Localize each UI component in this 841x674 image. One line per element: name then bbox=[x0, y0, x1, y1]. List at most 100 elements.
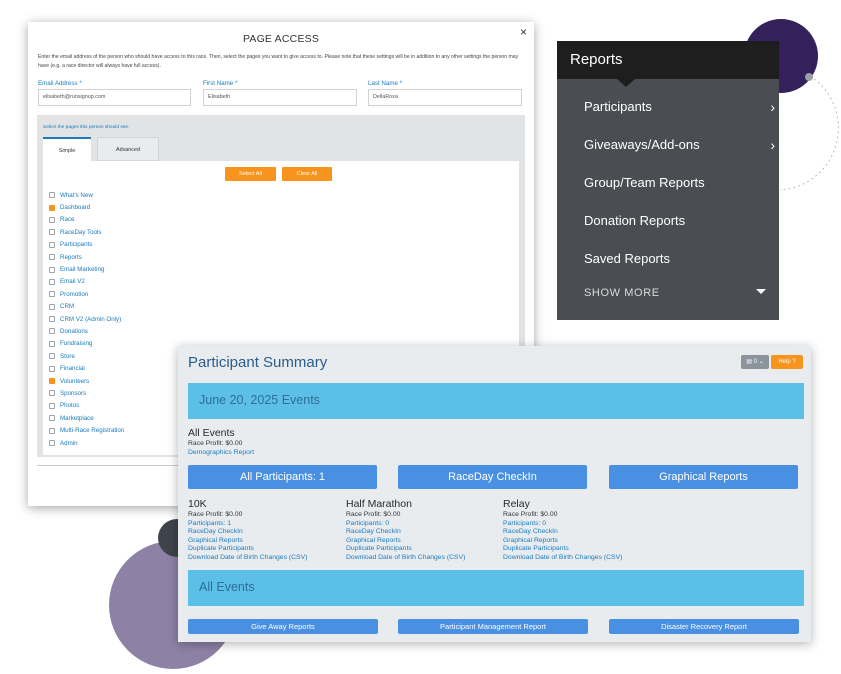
checkbox[interactable] bbox=[49, 328, 55, 335]
page-checkbox-row[interactable]: Volunteers bbox=[49, 375, 124, 387]
event-report-link[interactable]: Graphical Reports bbox=[346, 537, 465, 546]
page-checkbox-row[interactable]: Reports bbox=[49, 251, 124, 263]
chevron-down-icon[interactable] bbox=[756, 289, 766, 294]
page-checkbox-row[interactable]: Dashboard bbox=[49, 201, 124, 213]
checkbox-label: Race bbox=[60, 216, 75, 224]
menu-item-group-team-reports[interactable]: Group/Team Reports bbox=[584, 175, 705, 190]
date-band: June 20, 2025 Events bbox=[188, 383, 804, 419]
menu-item-saved-reports[interactable]: Saved Reports bbox=[584, 251, 670, 266]
checkbox[interactable] bbox=[49, 316, 55, 323]
raceday-checkin-button[interactable]: RaceDay CheckIn bbox=[398, 465, 587, 489]
page-checkbox-row[interactable]: CRM V2 (Admin Only) bbox=[49, 313, 124, 325]
reports-menu: Reports Participants › Giveaways/Add-ons… bbox=[557, 41, 779, 320]
checkbox[interactable] bbox=[49, 365, 55, 372]
menu-item-donation-reports[interactable]: Donation Reports bbox=[584, 213, 685, 228]
page-checkbox-row[interactable]: RaceDay Tools bbox=[49, 226, 124, 238]
last-name-field[interactable]: DellaRoxa bbox=[368, 89, 522, 106]
event-participants-link[interactable]: Participants: 0 bbox=[503, 520, 622, 529]
event-report-link[interactable]: Download Date of Birth Changes (CSV) bbox=[503, 554, 622, 563]
page-checkbox-row[interactable]: Marketplace bbox=[49, 412, 124, 424]
event-report-link[interactable]: RaceDay CheckIn bbox=[188, 528, 307, 537]
checkbox[interactable] bbox=[49, 229, 55, 236]
checkbox-label: Admin bbox=[60, 439, 78, 447]
page-checkbox-row[interactable]: What's New bbox=[49, 189, 124, 201]
checkbox[interactable] bbox=[49, 266, 55, 273]
checkbox[interactable] bbox=[49, 440, 55, 446]
dropdown-button[interactable]: ▤ 0 ⌄ bbox=[741, 355, 769, 369]
chevron-right-icon: › bbox=[770, 99, 775, 115]
event-race-profit: Race Profit: $0.00 bbox=[346, 511, 401, 518]
event-report-link[interactable]: Duplicate Participants bbox=[188, 545, 307, 554]
event-report-link[interactable]: RaceDay CheckIn bbox=[346, 528, 465, 537]
page-checkbox-row[interactable]: Promotion bbox=[49, 288, 124, 300]
page-checkbox-row[interactable]: Race bbox=[49, 214, 124, 226]
checkbox[interactable] bbox=[49, 353, 55, 360]
dialog-instructions: Enter the email address of the person wh… bbox=[38, 54, 519, 69]
first-name-field[interactable]: Elisabeth bbox=[203, 89, 357, 106]
page-checkbox-row[interactable]: Sponsors bbox=[49, 387, 124, 399]
page-checkbox-row[interactable]: Financial bbox=[49, 362, 124, 374]
event-participants-link[interactable]: Participants: 1 bbox=[188, 520, 307, 529]
page-checkbox-row[interactable]: Fundraising bbox=[49, 338, 124, 350]
checkbox-label: Store bbox=[60, 352, 75, 360]
all-events-band: All Events bbox=[188, 570, 804, 606]
menu-item-giveaways[interactable]: Giveaways/Add-ons › bbox=[584, 137, 779, 153]
tab-advanced[interactable]: Advanced bbox=[97, 137, 159, 161]
checkbox[interactable] bbox=[49, 216, 55, 223]
checkbox[interactable] bbox=[49, 390, 55, 397]
page-checkbox-row[interactable]: CRM bbox=[49, 301, 124, 313]
checkbox[interactable] bbox=[49, 340, 55, 347]
email-field[interactable]: elisabeth@runsignup.com bbox=[38, 89, 191, 106]
checkbox[interactable] bbox=[49, 291, 55, 298]
checkbox[interactable] bbox=[49, 415, 55, 422]
event-report-link[interactable]: Duplicate Participants bbox=[346, 545, 465, 554]
event-report-link[interactable]: Graphical Reports bbox=[188, 537, 307, 546]
menu-item-participants[interactable]: Participants › bbox=[584, 99, 779, 115]
checkbox-label: Fundraising bbox=[60, 340, 93, 348]
email-label: Email Address * bbox=[38, 80, 82, 87]
checkbox-label: CRM V2 (Admin Only) bbox=[60, 315, 122, 323]
checkbox[interactable] bbox=[49, 254, 55, 261]
give-away-reports-button[interactable]: Give Away Reports bbox=[188, 619, 378, 634]
help-button[interactable]: Help ? bbox=[771, 355, 803, 369]
participant-management-report-button[interactable]: Participant Management Report bbox=[398, 619, 588, 634]
graphical-reports-button[interactable]: Graphical Reports bbox=[609, 465, 798, 489]
checkbox[interactable] bbox=[49, 192, 55, 199]
page-checkbox-row[interactable]: Donations bbox=[49, 325, 124, 337]
page-checkbox-row[interactable]: Photos bbox=[49, 400, 124, 412]
page-checkbox-row[interactable]: Email V2 bbox=[49, 276, 124, 288]
event-report-link[interactable]: RaceDay CheckIn bbox=[503, 528, 622, 537]
clear-all-button[interactable]: Clear All bbox=[282, 167, 332, 181]
disaster-recovery-report-button[interactable]: Disaster Recovery Report bbox=[609, 619, 799, 634]
event-participants-link[interactable]: Participants: 0 bbox=[346, 520, 465, 529]
checkbox-label: Volunteers bbox=[60, 377, 90, 385]
event-race-profit: Race Profit: $0.00 bbox=[503, 511, 558, 518]
page-checkbox-row[interactable]: Multi-Race Registration bbox=[49, 424, 124, 436]
checkbox-label: Email Marketing bbox=[60, 266, 105, 274]
page-checkbox-row[interactable]: Admin bbox=[49, 437, 124, 449]
date-band-title: June 20, 2025 Events bbox=[199, 393, 320, 407]
checkbox[interactable] bbox=[49, 204, 55, 211]
tab-simple[interactable]: Simple bbox=[43, 137, 91, 161]
last-name-label: Last Name * bbox=[368, 80, 403, 87]
header-pointer bbox=[617, 79, 635, 87]
checkbox[interactable] bbox=[49, 378, 55, 385]
event-report-link[interactable]: Download Date of Birth Changes (CSV) bbox=[346, 554, 465, 563]
page-checkbox-row[interactable]: Email Marketing bbox=[49, 263, 124, 275]
select-all-button[interactable]: Select All bbox=[225, 167, 276, 181]
event-report-link[interactable]: Graphical Reports bbox=[503, 537, 622, 546]
checkbox[interactable] bbox=[49, 427, 55, 434]
checkbox[interactable] bbox=[49, 241, 55, 248]
show-more-link[interactable]: SHOW MORE bbox=[584, 287, 660, 299]
event-report-link[interactable]: Duplicate Participants bbox=[503, 545, 622, 554]
all-participants-button[interactable]: All Participants: 1 bbox=[188, 465, 377, 489]
demographics-report-link[interactable]: Demographics Report bbox=[188, 449, 254, 458]
checkbox-label: Donations bbox=[60, 327, 88, 335]
checkbox-label: Sponsors bbox=[60, 389, 87, 397]
checkbox[interactable] bbox=[49, 402, 55, 409]
checkbox[interactable] bbox=[49, 303, 55, 310]
page-checkbox-row[interactable]: Participants bbox=[49, 239, 124, 251]
checkbox[interactable] bbox=[49, 278, 55, 285]
event-report-link[interactable]: Download Date of Birth Changes (CSV) bbox=[188, 554, 307, 563]
page-checkbox-row[interactable]: Store bbox=[49, 350, 124, 362]
